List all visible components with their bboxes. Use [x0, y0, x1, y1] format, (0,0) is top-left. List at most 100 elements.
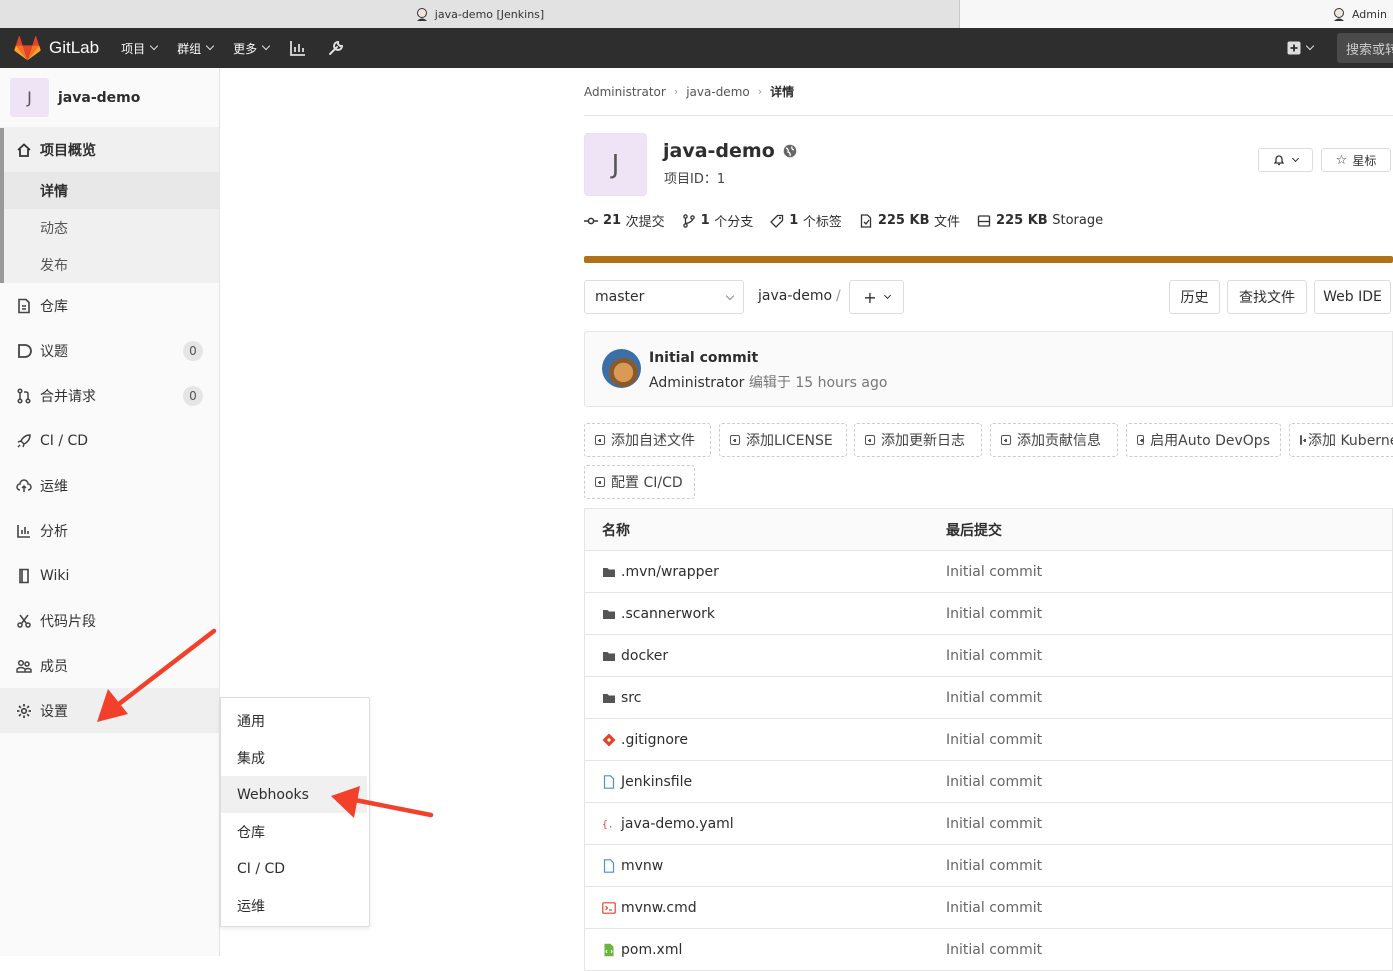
sidebar-sub-activity[interactable]: 动态 — [4, 209, 219, 246]
file-name[interactable]: mvnw.cmd — [621, 900, 697, 916]
sidebar-item-merge-requests[interactable]: 合并请求 0 — [0, 373, 219, 418]
file-name-cell[interactable]: src — [585, 690, 946, 706]
sidebar-item-label: 分析 — [40, 523, 68, 540]
file-name[interactable]: mvnw — [621, 858, 663, 874]
file-name[interactable]: docker — [621, 648, 668, 664]
file-name[interactable]: .mvn/wrapper — [621, 564, 719, 580]
browser-tab-admin[interactable]: Admin — [960, 0, 1393, 28]
admin-wrench-icon[interactable] — [327, 39, 345, 57]
flyout-item-ci-cd[interactable]: CI / CD — [221, 850, 369, 887]
add-kubernetes-button[interactable]: 添加 Kubernetes — [1289, 423, 1393, 457]
sidebar-item-members[interactable]: 成员 — [0, 643, 219, 688]
table-row[interactable]: pom.xml Initial commit — [585, 929, 1392, 971]
configure-ci-cd-button[interactable]: 配置 CI/CD — [584, 465, 695, 499]
add-to-tree-dropdown[interactable]: + — [849, 280, 904, 314]
file-name[interactable]: pom.xml — [621, 942, 682, 958]
file-last-commit[interactable]: Initial commit — [946, 606, 1042, 622]
file-last-commit[interactable]: Initial commit — [946, 648, 1042, 664]
file-name-cell[interactable]: Jenkinsfile — [585, 774, 946, 790]
file-name-cell[interactable]: .scannerwork — [585, 606, 946, 622]
commit-title[interactable]: Initial commit — [649, 350, 758, 366]
add-license-button[interactable]: 添加LICENSE — [719, 423, 847, 457]
flyout-item-operations[interactable]: 运维 — [221, 887, 369, 924]
table-row[interactable]: .gitignore Initial commit — [585, 719, 1392, 761]
file-last-commit[interactable]: Initial commit — [946, 816, 1042, 832]
gitlab-logo-link[interactable]: GitLab — [14, 35, 99, 61]
breadcrumb-link-admin[interactable]: Administrator — [584, 85, 666, 99]
branch-select-value: master — [595, 289, 645, 305]
file-name[interactable]: java-demo.yaml — [621, 816, 734, 832]
table-row[interactable]: .mvn/wrapper Initial commit — [585, 551, 1392, 593]
commit-author[interactable]: Administrator — [649, 375, 744, 391]
find-file-button[interactable]: 查找文件 — [1227, 280, 1307, 314]
search-input[interactable]: 搜索或转 — [1337, 33, 1393, 63]
file-last-commit[interactable]: Initial commit — [946, 690, 1042, 706]
file-last-commit[interactable]: Initial commit — [946, 774, 1042, 790]
top-navbar: GitLab 项目 群组 更多 搜索或转 — [0, 28, 1393, 68]
web-ide-button[interactable]: Web IDE — [1314, 280, 1391, 314]
flyout-item-webhooks[interactable]: Webhooks — [221, 776, 367, 813]
table-row[interactable]: {..} java-demo.yaml Initial commit — [585, 803, 1392, 845]
history-button[interactable]: 历史 — [1169, 280, 1220, 314]
file-last-commit[interactable]: Initial commit — [946, 942, 1042, 958]
nav-more-dropdown[interactable]: 更多 — [233, 40, 271, 57]
file-name-cell[interactable]: {..} java-demo.yaml — [585, 816, 946, 832]
sidebar-item-snippets[interactable]: 代码片段 — [0, 598, 219, 643]
file-name-cell[interactable]: mvnw.cmd — [585, 900, 946, 916]
enable-auto-devops-button[interactable]: 启用Auto DevOps — [1126, 423, 1281, 457]
sidebar-item-settings[interactable]: 设置 — [0, 688, 219, 733]
sidebar-item-ci-cd[interactable]: CI / CD — [0, 418, 219, 463]
file-name-cell[interactable]: .mvn/wrapper — [585, 564, 946, 580]
notification-dropdown-button[interactable] — [1258, 148, 1313, 172]
file-name-cell[interactable]: pom.xml — [585, 942, 946, 958]
add-contributing-button[interactable]: 添加贡献信息 — [990, 423, 1118, 457]
sidebar-project-header[interactable]: J java-demo — [0, 68, 219, 128]
stat-commits[interactable]: 21 次提交 — [584, 211, 665, 230]
table-row[interactable]: mvnw.cmd Initial commit — [585, 887, 1392, 929]
sidebar-item-repository[interactable]: 仓库 — [0, 283, 219, 328]
browser-tab-jenkins[interactable]: java-demo [Jenkins] — [0, 0, 960, 28]
nav-projects-dropdown[interactable]: 项目 — [121, 40, 159, 57]
globe-icon — [783, 144, 797, 158]
add-changelog-button[interactable]: 添加更新日志 — [854, 423, 982, 457]
stat-files[interactable]: 225 KB 文件 — [859, 211, 960, 230]
tree-path-root[interactable]: java-demo — [758, 288, 832, 304]
file-name[interactable]: src — [621, 690, 641, 706]
file-name-cell[interactable]: mvnw — [585, 858, 946, 874]
file-last-commit[interactable]: Initial commit — [946, 900, 1042, 916]
sidebar-item-issues[interactable]: 议题 0 — [0, 328, 219, 373]
table-row[interactable]: docker Initial commit — [585, 635, 1392, 677]
sidebar-item-analytics[interactable]: 分析 — [0, 508, 219, 553]
flyout-item-repository[interactable]: 仓库 — [221, 813, 369, 850]
file-name[interactable]: Jenkinsfile — [621, 774, 692, 790]
file-name-cell[interactable]: .gitignore — [585, 732, 946, 748]
file-name-cell[interactable]: docker — [585, 648, 946, 664]
sidebar-sub-releases[interactable]: 发布 — [4, 246, 219, 283]
star-button[interactable]: ☆ 星标 — [1321, 148, 1391, 172]
table-row[interactable]: Jenkinsfile Initial commit — [585, 761, 1392, 803]
flyout-item-integrations[interactable]: 集成 — [221, 739, 369, 776]
file-last-commit[interactable]: Initial commit — [946, 732, 1042, 748]
sidebar-item-operations[interactable]: 运维 — [0, 463, 219, 508]
table-row[interactable]: .scannerwork Initial commit — [585, 593, 1392, 635]
new-dropdown-button[interactable] — [1287, 41, 1315, 55]
stat-branches[interactable]: 1 个分支 — [682, 211, 753, 230]
file-last-commit[interactable]: Initial commit — [946, 858, 1042, 874]
nav-groups-dropdown[interactable]: 群组 — [177, 40, 215, 57]
table-row[interactable]: src Initial commit — [585, 677, 1392, 719]
add-readme-button[interactable]: 添加自述文件 — [584, 423, 711, 457]
file-name[interactable]: .scannerwork — [621, 606, 715, 622]
sidebar-item-overview[interactable]: 项目概览 — [4, 128, 219, 172]
stat-tags[interactable]: 1 个标签 — [770, 211, 842, 230]
sidebar-sub-details[interactable]: 详情 — [4, 172, 219, 209]
flyout-item-general[interactable]: 通用 — [221, 702, 369, 739]
activity-chart-icon[interactable] — [289, 39, 307, 57]
branch-select[interactable]: master — [584, 280, 744, 314]
breadcrumb-link-project[interactable]: java-demo — [686, 85, 750, 99]
table-row[interactable]: mvnw Initial commit — [585, 845, 1392, 887]
file-name[interactable]: .gitignore — [621, 732, 688, 748]
file-last-commit[interactable]: Initial commit — [946, 564, 1042, 580]
sidebar-item-wiki[interactable]: Wiki — [0, 553, 219, 598]
repository-language-bar[interactable] — [584, 256, 1393, 263]
commit-author-avatar[interactable] — [602, 349, 641, 388]
